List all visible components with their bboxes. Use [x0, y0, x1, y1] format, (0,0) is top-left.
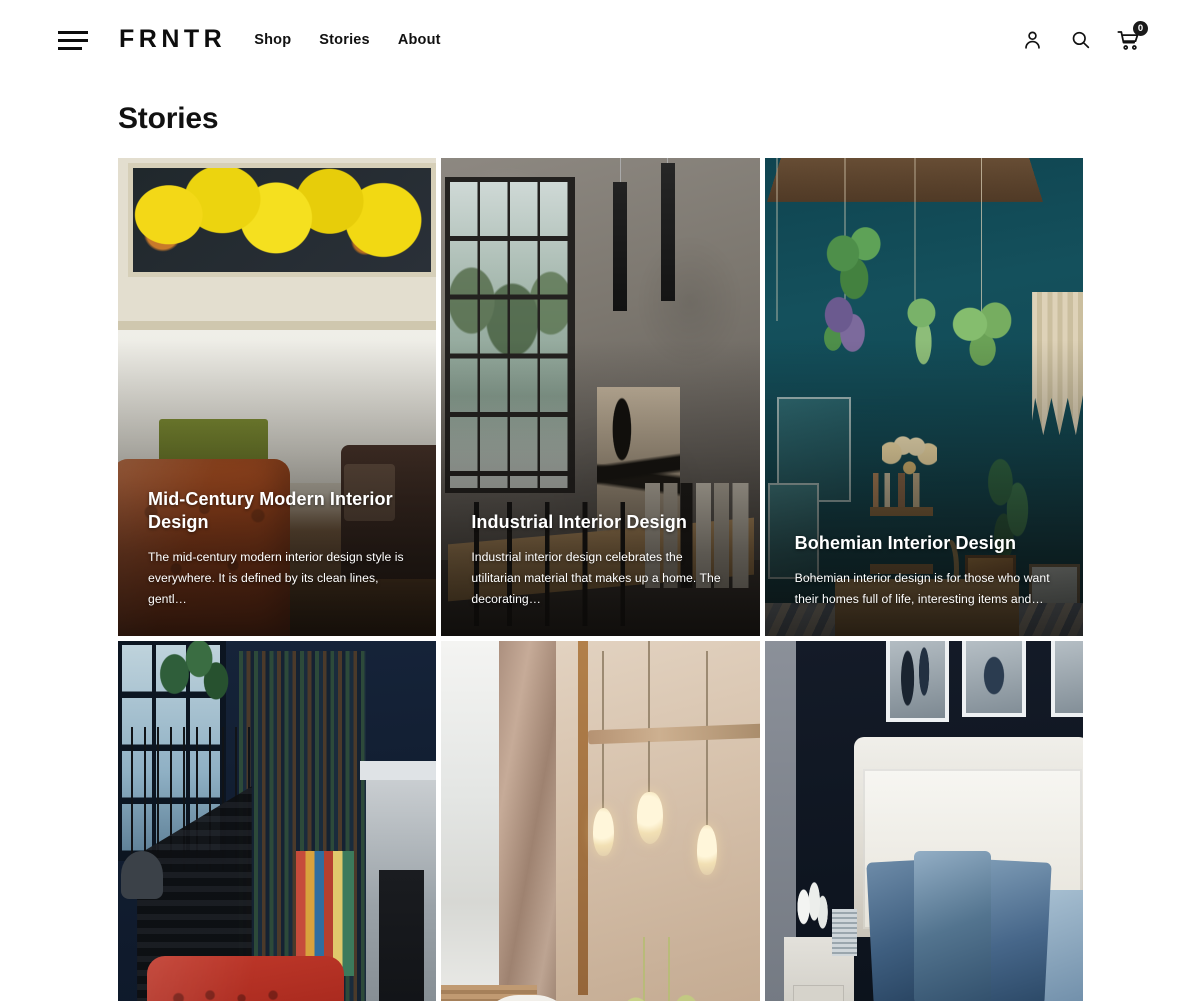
story-card-5[interactable] [441, 641, 760, 1001]
main-navigation: Shop Stories About [254, 33, 440, 48]
story-title: Mid-Century Modern Interior Design [148, 489, 393, 533]
nav-link-stories[interactable]: Stories [319, 33, 370, 48]
brand-logo[interactable]: FRNTR [119, 26, 226, 52]
stories-grid: Mid-Century Modern Interior Design The m… [118, 158, 1083, 1001]
story-card-bohemian-interior-design[interactable]: Bohemian Interior Design Bohemian interi… [764, 158, 1083, 636]
story-image-warm-dining-pendant-bulbs [441, 641, 760, 1001]
story-card-industrial-interior-design[interactable]: Industrial Interior Design Industrial in… [441, 158, 760, 636]
story-title: Bohemian Interior Design [794, 533, 1017, 554]
story-copy: Industrial Interior Design Industrial in… [471, 511, 733, 610]
hamburger-line-3 [58, 46, 82, 50]
story-copy: Bohemian Interior Design Bohemian interi… [795, 532, 1057, 610]
story-image-navy-library-red-sofa [118, 641, 437, 1001]
cart-button[interactable]: 0 [1113, 21, 1148, 55]
story-card-4[interactable] [118, 641, 437, 1001]
header-actions: 0 [1017, 21, 1148, 55]
story-excerpt: Bohemian interior design is for those wh… [794, 571, 1050, 607]
search-icon [1070, 29, 1091, 51]
user-account-icon [1022, 29, 1043, 51]
story-excerpt: The mid-century modern interior design s… [148, 550, 404, 607]
story-image-navy-coastal-bedroom [764, 641, 1083, 1001]
story-card-6[interactable] [764, 641, 1083, 1001]
story-copy: Mid-Century Modern Interior Design The m… [148, 488, 410, 610]
hamburger-line-1 [58, 30, 88, 34]
hamburger-menu-icon[interactable] [58, 29, 88, 51]
story-excerpt: Industrial interior design celebrates th… [471, 550, 721, 607]
nav-link-about[interactable]: About [398, 33, 441, 48]
story-title: Industrial Interior Design [471, 512, 687, 533]
page-title: Stories [118, 102, 219, 135]
account-button[interactable] [1017, 25, 1047, 55]
hamburger-line-2 [58, 38, 88, 42]
cart-count-badge: 0 [1133, 21, 1148, 36]
nav-link-shop[interactable]: Shop [254, 33, 291, 48]
pendant-bulb-3 [697, 825, 717, 876]
site-header: FRNTR Shop Stories About 0 [0, 0, 1201, 80]
pendant-bulb-1 [593, 808, 614, 857]
story-card-mid-century-modern-interior-design[interactable]: Mid-Century Modern Interior Design The m… [118, 158, 437, 636]
search-button[interactable] [1065, 25, 1095, 55]
